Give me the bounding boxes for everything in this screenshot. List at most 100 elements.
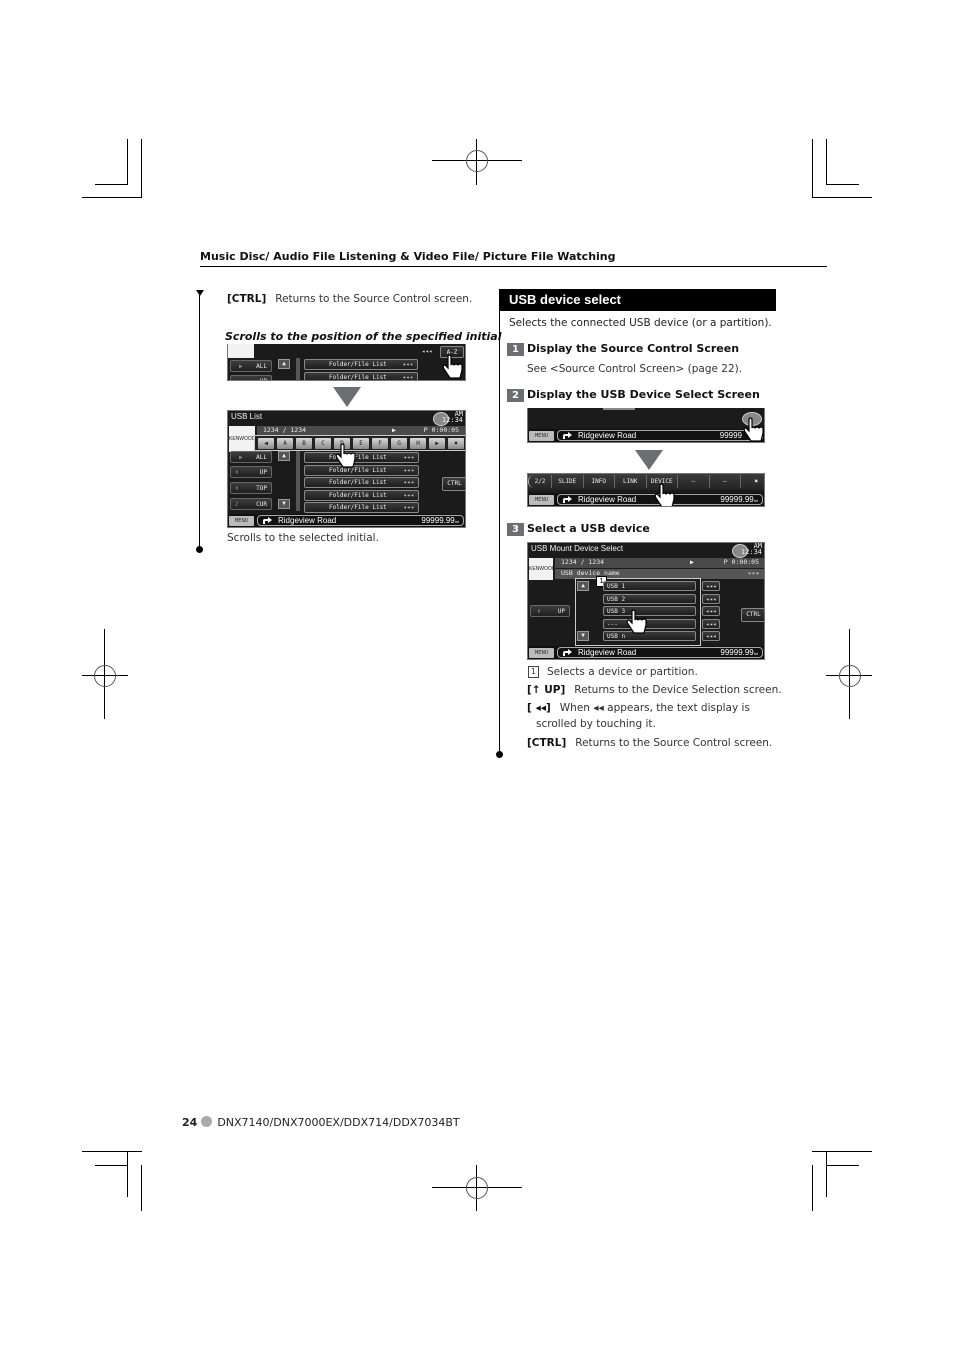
function-tab[interactable]: INFO xyxy=(584,475,615,488)
list-item[interactable]: Folder/File List ◂◂◂ xyxy=(304,464,419,476)
scroll-text-button[interactable]: ◂◂◂ xyxy=(702,631,720,641)
list-item[interactable]: Folder/File List ◂◂◂ xyxy=(304,359,418,370)
scroll-up-button[interactable]: ▲ xyxy=(278,359,290,369)
list-item[interactable]: Folder/File List ◂◂◂ xyxy=(304,502,419,513)
step-2: 2 Display the USB Device Select Screen xyxy=(507,388,760,402)
scroll-text-icon[interactable]: ◂◂◂ xyxy=(747,569,759,577)
all-label: ALL xyxy=(256,363,267,370)
alphabet-key[interactable]: F xyxy=(372,438,388,449)
screen-top-tab xyxy=(603,408,635,410)
function-tab[interactable]: ✖ xyxy=(741,475,764,488)
list-item-label: Folder/File List xyxy=(329,361,387,368)
registration-circle xyxy=(839,665,861,687)
alphabet-key[interactable]: B xyxy=(296,438,312,449)
clock-time: 12:34 xyxy=(441,416,463,424)
top-arrow-icon: ⬆ xyxy=(235,485,239,492)
ctrl-note: [CTRL] Returns to the Source Control scre… xyxy=(227,293,472,305)
scroll-text-icon[interactable]: ◂◂◂ xyxy=(420,347,434,355)
scroll-text-button[interactable]: ◂◂◂ xyxy=(702,581,720,591)
up-label: UP xyxy=(557,608,565,615)
alphabet-key[interactable]: A xyxy=(277,438,293,449)
step-1: 1 Display the Source Control Screen xyxy=(507,342,739,356)
menu-button[interactable]: MENU xyxy=(229,516,254,526)
up-button[interactable]: UP xyxy=(230,375,272,380)
device-list-item[interactable]: USB 3 xyxy=(603,606,696,616)
alphabet-key[interactable]: ✖ xyxy=(448,438,464,449)
up-button[interactable]: ⬆ UP xyxy=(230,466,272,478)
device-list-item[interactable]: --- xyxy=(603,618,696,629)
navigation-road-button[interactable]: Ridgeview Road 99999.99mi xyxy=(257,515,464,526)
navigation-road-button[interactable]: Ridgeview Road 99999.99mi xyxy=(557,647,763,658)
all-button[interactable]: ▶ ALL xyxy=(230,360,272,372)
cur-button[interactable]: ♪ CUR xyxy=(230,498,272,510)
list-item[interactable]: Folder/File List ◂◂◂ xyxy=(304,372,418,381)
alphabet-key[interactable]: G xyxy=(391,438,407,449)
scroll-down-button[interactable]: ▼ xyxy=(278,499,290,509)
menu-button[interactable]: MENU xyxy=(529,495,554,505)
function-tab[interactable]: — xyxy=(710,475,741,488)
road-name: Ridgeview Road xyxy=(578,431,637,440)
alphabet-key[interactable]: ▶ xyxy=(429,438,445,449)
step-number: 3 xyxy=(507,522,524,536)
note-ctrl: [CTRL] Returns to the Source Control scre… xyxy=(527,737,772,749)
scrollbar[interactable] xyxy=(296,358,300,380)
ctrl-button[interactable]: CTRL xyxy=(741,608,764,622)
navigation-road-button[interactable]: Ridgeview Road 99999 xyxy=(557,430,763,441)
scroll-text-button[interactable]: ◂◂◂ xyxy=(702,593,720,604)
device-list-item[interactable]: USB 2 xyxy=(603,593,696,604)
list-item[interactable]: Folder/File List ◂◂◂ xyxy=(304,452,419,463)
list-item[interactable]: Folder/File List ◂◂◂ xyxy=(304,477,419,488)
alphabet-key[interactable]: H xyxy=(410,438,426,449)
flow-start-marker xyxy=(196,290,204,296)
device-list-item[interactable]: USB 1 xyxy=(603,581,696,591)
logo-box xyxy=(228,344,254,358)
kenwood-logo: KENWOOD xyxy=(529,558,555,580)
distance-unit: mi xyxy=(753,651,758,656)
scrollbar[interactable] xyxy=(296,451,300,511)
list-item[interactable]: Folder/File List ◂◂◂ xyxy=(304,489,419,501)
step-number: 1 xyxy=(507,342,524,356)
top-button[interactable]: ⬆ TOP xyxy=(230,482,272,494)
flow-end-marker xyxy=(196,546,203,553)
nav-bar: MENU Ridgeview Road 99999.99mi xyxy=(528,646,764,659)
track-count: 1234 / 1234 xyxy=(561,558,605,566)
scroll-text-icon: ◂◂◂ xyxy=(402,374,413,381)
crop-mark xyxy=(127,139,128,185)
alphabet-key[interactable]: C xyxy=(315,438,331,449)
scroll-text-icon: ◂◂◂ xyxy=(403,504,414,511)
scroll-up-button[interactable]: ▲ xyxy=(577,581,589,591)
header-rule xyxy=(200,266,827,267)
up-button[interactable]: ⬆ UP xyxy=(530,605,570,617)
crop-mark xyxy=(82,1151,142,1152)
page-indicator[interactable]: 2/2 xyxy=(528,475,552,488)
note-desc: When ◂◂ appears, the text display is xyxy=(559,702,750,714)
ctrl-button[interactable]: CTRL xyxy=(442,477,465,491)
play-icon: ▶ xyxy=(239,454,243,461)
distance-value: 99999.99 xyxy=(421,516,455,525)
scroll-text-button[interactable]: ◂◂◂ xyxy=(702,618,720,629)
list-item-label: Folder/File List xyxy=(329,504,387,511)
note-scroll-cont: scrolled by touching it. xyxy=(536,718,656,730)
distance-unit: mi xyxy=(454,519,459,524)
menu-button[interactable]: MENU xyxy=(529,648,554,658)
all-button[interactable]: ▶ ALL xyxy=(230,451,272,463)
play-status-icon: ▶ xyxy=(392,426,396,434)
list-item-label: Folder/File List xyxy=(329,491,387,499)
device-list-item[interactable]: USB n xyxy=(603,631,696,641)
scroll-up-button[interactable]: ▲ xyxy=(278,451,290,461)
scroll-text-button[interactable]: ◂◂◂ xyxy=(702,606,720,616)
scroll-text-icon: ◂◂◂ xyxy=(403,491,414,499)
crop-mark xyxy=(812,1165,813,1211)
function-tab[interactable]: — xyxy=(678,475,710,488)
cur-label: CUR xyxy=(256,501,267,508)
pointing-hand-icon xyxy=(442,354,463,379)
kenwood-logo: KENWOOD xyxy=(229,426,255,452)
note-key: [ ◂◂] xyxy=(527,702,551,714)
clock: AM 12:34 xyxy=(741,543,762,556)
menu-button[interactable]: MENU xyxy=(529,431,554,441)
scroll-down-button[interactable]: ▼ xyxy=(577,631,589,641)
crop-mark xyxy=(82,197,142,198)
alphabet-key[interactable]: ◀ xyxy=(258,438,274,449)
function-tab[interactable]: LINK xyxy=(615,475,647,488)
function-tab[interactable]: SLIDE xyxy=(552,475,584,488)
